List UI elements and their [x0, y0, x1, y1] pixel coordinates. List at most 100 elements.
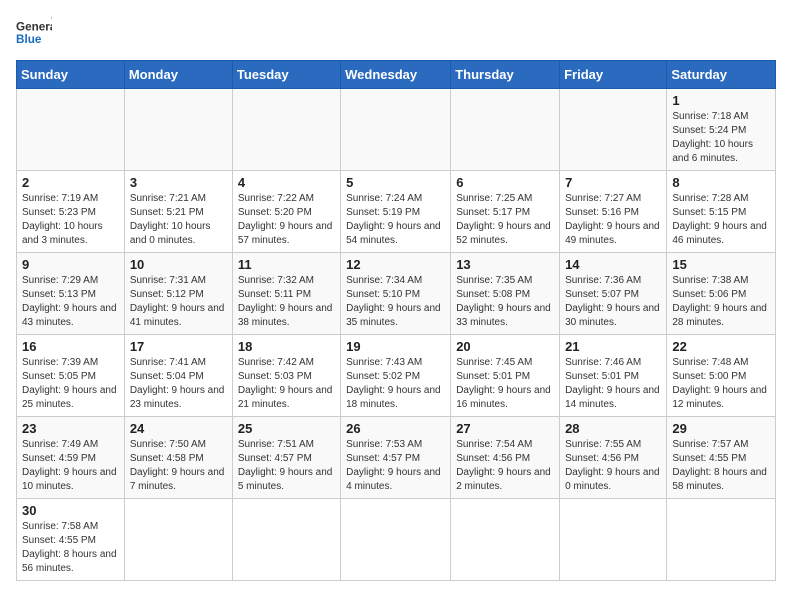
day-number: 11 — [238, 257, 335, 272]
week-row-2: 9Sunrise: 7:29 AM Sunset: 5:13 PM Daylig… — [17, 253, 776, 335]
day-info: Sunrise: 7:25 AM Sunset: 5:17 PM Dayligh… — [456, 192, 554, 248]
day-number: 5 — [346, 175, 445, 190]
day-number: 18 — [238, 339, 335, 354]
day-cell: 14 Sunrise: 7:36 AM Sunset: 5:07 PM Dayli… — [560, 253, 667, 335]
day-info: Sunrise: 7:18 AM Sunset: 5:24 PM Dayligh… — [672, 110, 770, 166]
day-cell — [451, 89, 560, 171]
day-info: Sunrise: 7:42 AM Sunset: 5:03 PM Dayligh… — [238, 356, 335, 412]
day-cell: 4Sunrise: 7:22 AM Sunset: 5:20 PM Daylig… — [232, 171, 340, 253]
day-cell: 24 Sunrise: 7:50 AM Sunset: 4:58 PM Dayli… — [124, 417, 232, 499]
day-info: Sunrise: 7:43 AM Sunset: 5:02 PM Dayligh… — [346, 356, 445, 412]
day-cell: 23Sunrise: 7:49 AM Sunset: 4:59 PM Dayli… — [17, 417, 125, 499]
day-cell: 6 Sunrise: 7:25 AM Sunset: 5:17 PM Daylig… — [451, 171, 560, 253]
day-cell: 11 Sunrise: 7:32 AM Sunset: 5:11 PM Dayli… — [232, 253, 340, 335]
day-info: Sunrise: 7:38 AM Sunset: 5:06 PM Dayligh… — [672, 274, 770, 330]
day-cell: 29Sunrise: 7:57 AM Sunset: 4:55 PM Dayli… — [667, 417, 776, 499]
day-number: 14 — [565, 257, 661, 272]
day-cell: 17Sunrise: 7:41 AM Sunset: 5:04 PM Dayli… — [124, 335, 232, 417]
day-cell: 9Sunrise: 7:29 AM Sunset: 5:13 PM Daylig… — [17, 253, 125, 335]
day-info: Sunrise: 7:45 AM Sunset: 5:01 PM Dayligh… — [456, 356, 554, 412]
week-row-1: 2 Sunrise: 7:19 AM Sunset: 5:23 PM Daylig… — [17, 171, 776, 253]
day-cell: 26Sunrise: 7:53 AM Sunset: 4:57 PM Dayli… — [341, 417, 451, 499]
day-info: Sunrise: 7:36 AM Sunset: 5:07 PM Dayligh… — [565, 274, 661, 330]
day-cell — [560, 499, 667, 581]
page-header: General Blue — [16, 16, 776, 52]
day-info: Sunrise: 7:27 AM Sunset: 5:16 PM Dayligh… — [565, 192, 661, 248]
day-info: Sunrise: 7:34 AM Sunset: 5:10 PM Dayligh… — [346, 274, 445, 330]
day-info: Sunrise: 7:32 AM Sunset: 5:11 PM Dayligh… — [238, 274, 335, 330]
day-info: Sunrise: 7:46 AM Sunset: 5:01 PM Dayligh… — [565, 356, 661, 412]
day-cell: 7 Sunrise: 7:27 AM Sunset: 5:16 PM Daylig… — [560, 171, 667, 253]
day-cell — [341, 89, 451, 171]
day-cell: 13Sunrise: 7:35 AM Sunset: 5:08 PM Dayli… — [451, 253, 560, 335]
day-cell: 15 Sunrise: 7:38 AM Sunset: 5:06 PM Dayli… — [667, 253, 776, 335]
weekday-header-wednesday: Wednesday — [341, 61, 451, 89]
day-number: 15 — [672, 257, 770, 272]
day-number: 26 — [346, 421, 445, 436]
day-cell — [451, 499, 560, 581]
weekday-header-row: SundayMondayTuesdayWednesdayThursdayFrid… — [17, 61, 776, 89]
day-info: Sunrise: 7:21 AM Sunset: 5:21 PM Dayligh… — [130, 192, 227, 248]
day-cell — [667, 499, 776, 581]
day-number: 20 — [456, 339, 554, 354]
day-info: Sunrise: 7:39 AM Sunset: 5:05 PM Dayligh… — [22, 356, 119, 412]
day-cell — [124, 89, 232, 171]
day-cell — [232, 499, 340, 581]
day-number: 22 — [672, 339, 770, 354]
day-cell: 27 Sunrise: 7:54 AM Sunset: 4:56 PM Dayli… — [451, 417, 560, 499]
weekday-header-monday: Monday — [124, 61, 232, 89]
weekday-header-friday: Friday — [560, 61, 667, 89]
day-cell: 2 Sunrise: 7:19 AM Sunset: 5:23 PM Daylig… — [17, 171, 125, 253]
day-cell: 21Sunrise: 7:46 AM Sunset: 5:01 PM Dayli… — [560, 335, 667, 417]
day-info: Sunrise: 7:28 AM Sunset: 5:15 PM Dayligh… — [672, 192, 770, 248]
day-info: Sunrise: 7:24 AM Sunset: 5:19 PM Dayligh… — [346, 192, 445, 248]
day-number: 27 — [456, 421, 554, 436]
day-number: 13 — [456, 257, 554, 272]
day-info: Sunrise: 7:57 AM Sunset: 4:55 PM Dayligh… — [672, 438, 770, 494]
day-number: 17 — [130, 339, 227, 354]
logo: General Blue — [16, 16, 52, 52]
day-cell — [232, 89, 340, 171]
day-cell: 22 Sunrise: 7:48 AM Sunset: 5:00 PM Dayli… — [667, 335, 776, 417]
day-number: 1 — [672, 93, 770, 108]
day-cell: 30Sunrise: 7:58 AM Sunset: 4:55 PM Dayli… — [17, 499, 125, 581]
day-cell: 5 Sunrise: 7:24 AM Sunset: 5:19 PM Daylig… — [341, 171, 451, 253]
day-info: Sunrise: 7:19 AM Sunset: 5:23 PM Dayligh… — [22, 192, 119, 248]
day-cell: 10Sunrise: 7:31 AM Sunset: 5:12 PM Dayli… — [124, 253, 232, 335]
logo-icon: General Blue — [16, 16, 52, 52]
weekday-header-tuesday: Tuesday — [232, 61, 340, 89]
week-row-4: 23Sunrise: 7:49 AM Sunset: 4:59 PM Dayli… — [17, 417, 776, 499]
day-cell: 16 Sunrise: 7:39 AM Sunset: 5:05 PM Dayli… — [17, 335, 125, 417]
day-info: Sunrise: 7:51 AM Sunset: 4:57 PM Dayligh… — [238, 438, 335, 494]
day-number: 24 — [130, 421, 227, 436]
day-number: 4 — [238, 175, 335, 190]
weekday-header-saturday: Saturday — [667, 61, 776, 89]
day-number: 7 — [565, 175, 661, 190]
day-info: Sunrise: 7:31 AM Sunset: 5:12 PM Dayligh… — [130, 274, 227, 330]
day-cell: 8Sunrise: 7:28 AM Sunset: 5:15 PM Daylig… — [667, 171, 776, 253]
day-number: 28 — [565, 421, 661, 436]
svg-text:General: General — [16, 20, 52, 33]
weekday-header-thursday: Thursday — [451, 61, 560, 89]
day-number: 30 — [22, 503, 119, 518]
day-cell: 25 Sunrise: 7:51 AM Sunset: 4:57 PM Dayli… — [232, 417, 340, 499]
day-cell: 12 Sunrise: 7:34 AM Sunset: 5:10 PM Dayli… — [341, 253, 451, 335]
day-number: 2 — [22, 175, 119, 190]
svg-text:Blue: Blue — [16, 33, 42, 46]
day-info: Sunrise: 7:54 AM Sunset: 4:56 PM Dayligh… — [456, 438, 554, 494]
day-info: Sunrise: 7:55 AM Sunset: 4:56 PM Dayligh… — [565, 438, 661, 494]
day-cell — [124, 499, 232, 581]
day-number: 6 — [456, 175, 554, 190]
day-info: Sunrise: 7:48 AM Sunset: 5:00 PM Dayligh… — [672, 356, 770, 412]
week-row-0: 1 Sunrise: 7:18 AM Sunset: 5:24 PM Daylig… — [17, 89, 776, 171]
week-row-3: 16 Sunrise: 7:39 AM Sunset: 5:05 PM Dayli… — [17, 335, 776, 417]
day-cell: 28 Sunrise: 7:55 AM Sunset: 4:56 PM Dayli… — [560, 417, 667, 499]
day-info: Sunrise: 7:50 AM Sunset: 4:58 PM Dayligh… — [130, 438, 227, 494]
day-number: 23 — [22, 421, 119, 436]
week-row-5: 30Sunrise: 7:58 AM Sunset: 4:55 PM Dayli… — [17, 499, 776, 581]
day-number: 25 — [238, 421, 335, 436]
day-number: 12 — [346, 257, 445, 272]
day-cell: 1 Sunrise: 7:18 AM Sunset: 5:24 PM Daylig… — [667, 89, 776, 171]
day-number: 16 — [22, 339, 119, 354]
day-info: Sunrise: 7:29 AM Sunset: 5:13 PM Dayligh… — [22, 274, 119, 330]
